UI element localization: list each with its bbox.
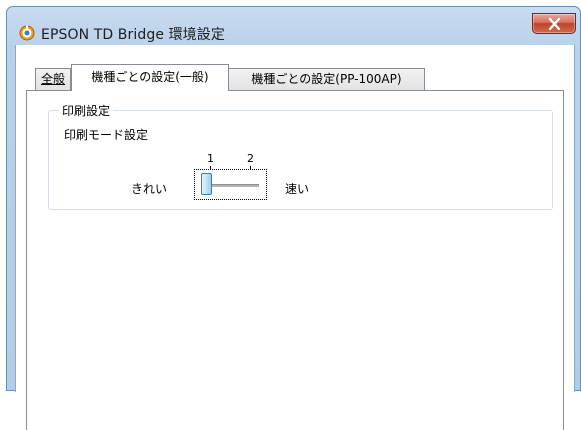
close-icon [548,18,561,30]
close-button[interactable] [532,13,576,34]
slider-max-label: 速い [285,182,310,196]
tab-strip: 全般 機種ごとの設定(一般) 機種ごとの設定(PP-100AP) [16,45,574,91]
print-settings-group-title: 印刷設定 [59,102,114,119]
print-mode-slider[interactable] [194,169,267,200]
tab-general[interactable]: 全般 [35,68,71,90]
dialog-client-area: 全般 機種ごとの設定(一般) 機種ごとの設定(PP-100AP) [15,45,575,430]
epson-app-icon [19,25,35,41]
tab-general-label: 全般 [40,72,65,86]
tab-model-pp100ap[interactable]: 機種ごとの設定(PP-100AP) [228,68,425,90]
window-title: EPSON TD Bridge 環境設定 [41,27,225,43]
tab-model-general[interactable]: 機種ごとの設定(一般) [71,64,229,91]
slider-min-label: きれい [131,182,168,196]
tick-label-1: 1 [207,152,214,165]
tick-label-2: 2 [247,152,254,165]
print-mode-label: 印刷モード設定 [64,128,149,142]
slider-thumb[interactable] [201,173,212,195]
title-bar[interactable]: EPSON TD Bridge 環境設定 [7,7,580,45]
settings-window: EPSON TD Bridge 環境設定 全般 機種ごとの設定(一般) 機種ごと… [6,6,581,430]
